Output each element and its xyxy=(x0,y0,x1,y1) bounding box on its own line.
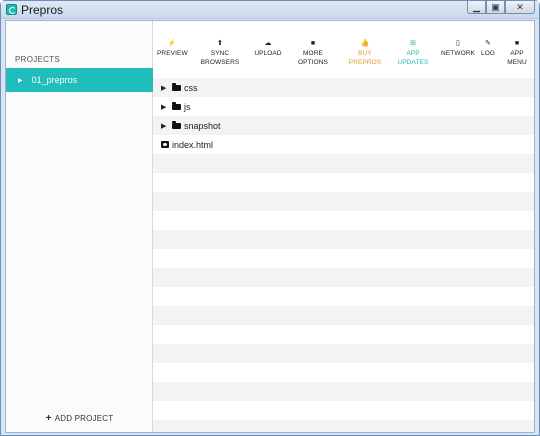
sync-icon: ⬆ xyxy=(217,40,223,47)
log-label: LOG xyxy=(480,50,496,57)
sync-label-1: SYNC xyxy=(210,50,230,57)
minimize-button[interactable]: ▁ xyxy=(467,1,486,14)
app-window: Prepros ▁ ▣ ✕ PROJECTS ▶ 01_prepros + ADD… xyxy=(0,0,540,436)
toolbar: ⚡ PREVIEW ⬆ SYNC BROWSERS ☁ UPLOAD ■ MOR… xyxy=(153,39,534,77)
file-name: js xyxy=(184,101,191,112)
caret-right-icon[interactable]: ▶ xyxy=(161,103,169,111)
file-name: index.html xyxy=(172,139,214,150)
app-menu-label-2: MENU xyxy=(507,58,527,66)
upload-label: UPLOAD xyxy=(254,50,282,57)
buy-prepros-button[interactable]: 👍 BUY PREPROS xyxy=(348,39,382,67)
window-title: Prepros xyxy=(21,3,64,17)
html-file-icon xyxy=(161,140,169,149)
plus-icon: + xyxy=(45,413,52,424)
buy-label-1: BUY xyxy=(358,50,372,57)
folder-icon xyxy=(172,120,181,129)
sync-label-2: BROWSERS xyxy=(200,58,240,66)
window-controls: ▁ ▣ ✕ xyxy=(467,1,535,15)
folder-row-snapshot[interactable]: ▶ snapshot xyxy=(153,116,534,135)
app-updates-label-2: UPDATES xyxy=(397,58,429,66)
folder-row-css[interactable]: ▶ css xyxy=(153,78,534,97)
add-project-label: ADD PROJECT xyxy=(54,414,114,423)
folder-icon xyxy=(172,101,181,110)
project-name: 01_prepros xyxy=(31,75,78,85)
upload-button[interactable]: ☁ UPLOAD xyxy=(254,39,282,59)
app-client-area: PROJECTS ▶ 01_prepros + ADD PROJECT ⚡ PRE… xyxy=(5,20,535,433)
folder-row-js[interactable]: ▶ js xyxy=(153,97,534,116)
sync-browsers-button[interactable]: ⬆ SYNC BROWSERS xyxy=(200,39,240,67)
file-name: snapshot xyxy=(184,120,221,131)
maximize-button[interactable]: ▣ xyxy=(486,1,505,14)
projects-heading: PROJECTS xyxy=(15,55,61,64)
close-button[interactable]: ✕ xyxy=(505,1,535,14)
caret-right-icon[interactable]: ▶ xyxy=(161,122,169,130)
app-updates-label-1: APP xyxy=(406,50,420,57)
prepros-logo-icon xyxy=(6,4,17,15)
title-bar[interactable]: Prepros ▁ ▣ ✕ xyxy=(1,1,539,19)
buy-label-2: PREPROS xyxy=(348,58,382,66)
file-tree: ▶ css ▶ js ▶ snapshot index.html xyxy=(153,78,534,432)
more-options-button[interactable]: ■ MORE OPTIONS xyxy=(296,39,330,67)
folder-icon xyxy=(172,82,181,91)
caret-right-icon[interactable]: ▶ xyxy=(161,84,169,92)
menu-icon: ■ xyxy=(514,40,520,47)
caret-right-icon: ▶ xyxy=(18,77,23,84)
more-options-label-2: OPTIONS xyxy=(298,58,328,66)
log-button[interactable]: ✎ LOG xyxy=(478,39,498,59)
file-name: css xyxy=(184,82,198,93)
mobile-icon: ▯ xyxy=(456,40,460,47)
upload-icon: ☁ xyxy=(264,40,272,47)
bolt-icon: ⚡ xyxy=(167,40,177,47)
gift-icon: ⊞ xyxy=(410,40,416,47)
thumbs-up-icon: 👍 xyxy=(360,40,370,47)
project-item-01-prepros[interactable]: ▶ 01_prepros xyxy=(6,68,153,92)
more-options-label-1: MORE xyxy=(303,50,323,57)
add-project-button[interactable]: + ADD PROJECT xyxy=(6,413,153,424)
file-row-index-html[interactable]: index.html xyxy=(153,135,534,154)
network-button[interactable]: ▯ NETWORK xyxy=(441,39,475,59)
preview-label: PREVIEW xyxy=(157,50,188,57)
pencil-icon: ✎ xyxy=(485,40,491,47)
options-icon: ■ xyxy=(310,40,316,47)
projects-sidebar: PROJECTS ▶ 01_prepros + ADD PROJECT xyxy=(6,21,153,432)
preview-button[interactable]: ⚡ PREVIEW xyxy=(157,39,188,59)
network-label: NETWORK xyxy=(441,50,475,57)
app-menu-label-1: APP xyxy=(510,50,524,57)
app-updates-button[interactable]: ⊞ APP UPDATES xyxy=(396,39,430,67)
app-menu-button[interactable]: ■ APP MENU xyxy=(505,39,529,67)
